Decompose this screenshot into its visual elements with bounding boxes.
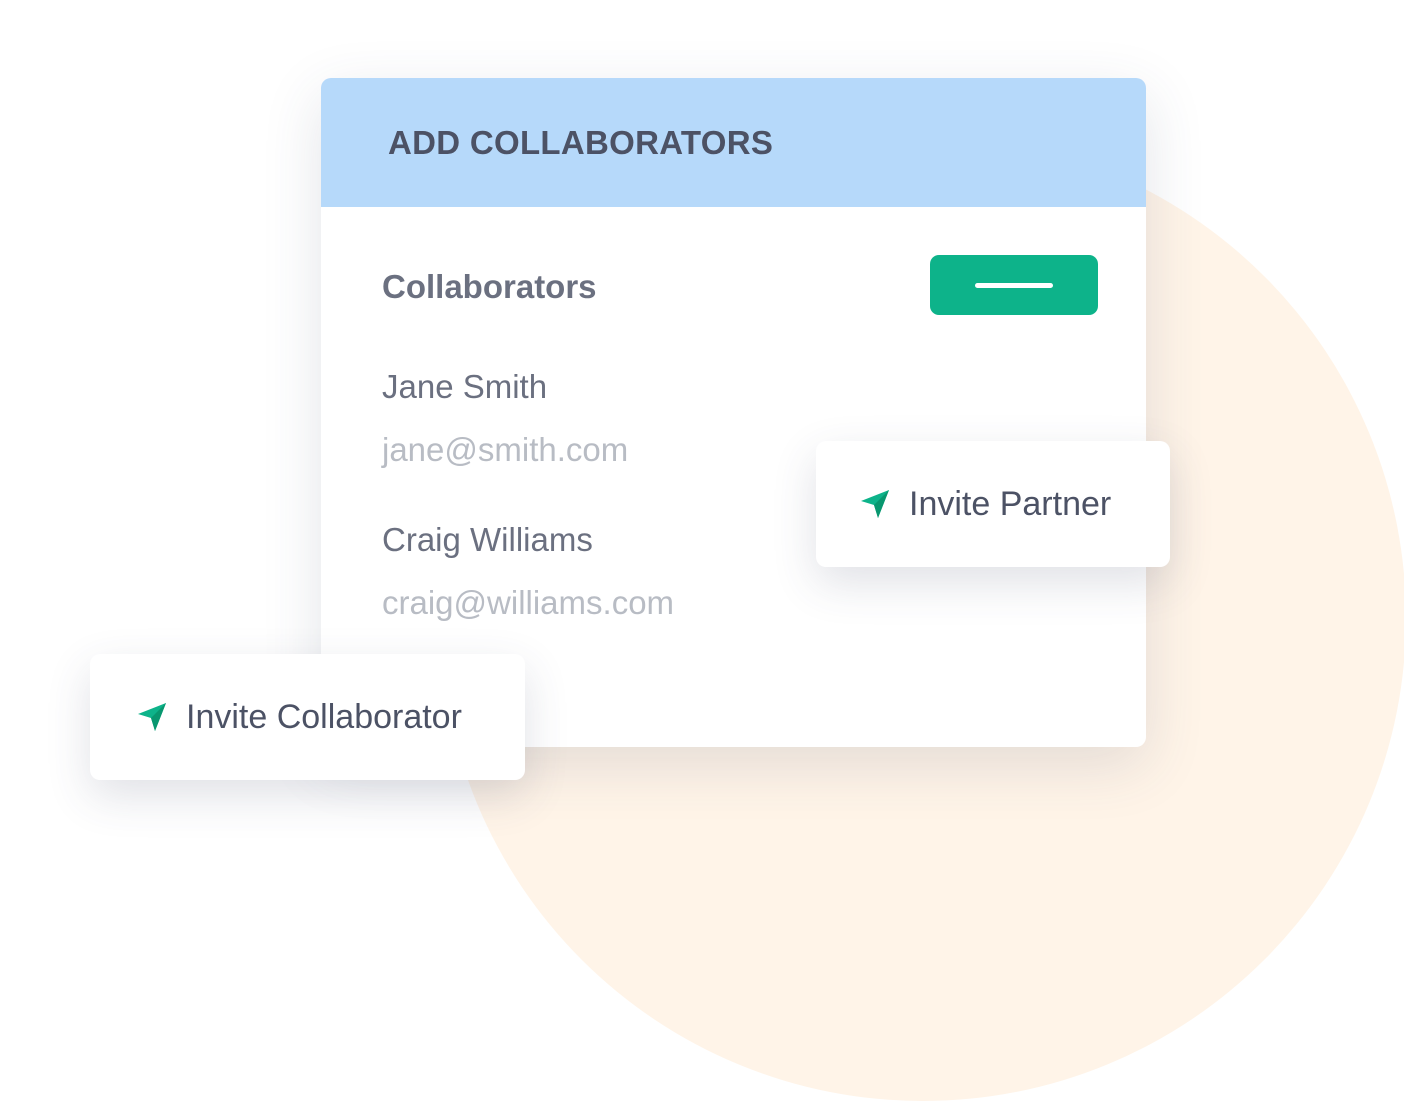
collaborators-section-label: Collaborators bbox=[382, 268, 597, 305]
invite-partner-label: Invite Partner bbox=[909, 484, 1112, 523]
add-collaborators-panel: ADD COLLABORATORS Collaborators Jane Smi… bbox=[321, 78, 1146, 747]
invite-collaborator-button[interactable]: Invite Collaborator bbox=[90, 654, 525, 780]
collaborator-email: craig@williams.com bbox=[382, 584, 675, 621]
invite-partner-button[interactable]: Invite Partner bbox=[816, 441, 1170, 567]
minus-dash-icon bbox=[975, 282, 1053, 288]
collaborators-action-button[interactable] bbox=[930, 255, 1098, 315]
send-icon bbox=[138, 703, 166, 731]
panel-title: ADD COLLABORATORS bbox=[388, 123, 774, 161]
collaborator-name: Craig Williams bbox=[382, 521, 593, 558]
stage: ADD COLLABORATORS Collaborators Jane Smi… bbox=[0, 0, 1404, 1101]
invite-collaborator-label: Invite Collaborator bbox=[186, 697, 462, 736]
panel-header: ADD COLLABORATORS bbox=[321, 78, 1146, 207]
collaborator-name: Jane Smith bbox=[382, 368, 548, 405]
collaborator-email: jane@smith.com bbox=[382, 431, 629, 468]
send-icon bbox=[861, 490, 889, 518]
